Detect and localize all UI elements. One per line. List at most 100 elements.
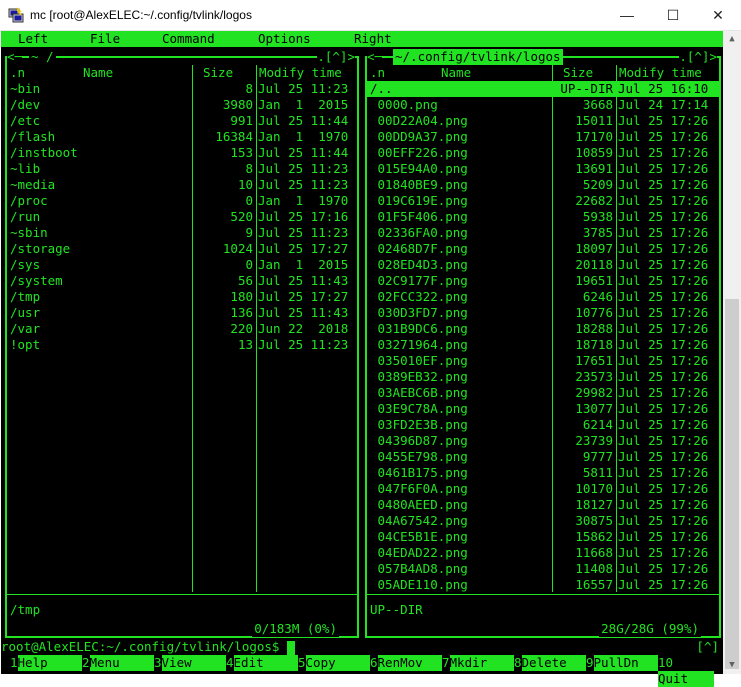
command-line[interactable]: root@AlexELEC:~/.config/tvlink/logos$ [^… bbox=[1, 639, 723, 655]
file-size: 9 bbox=[245, 225, 253, 240]
left-panel-history[interactable]: <─ bbox=[7, 49, 23, 65]
window-titlebar: mc [root@AlexELEC:~/.config/tvlink/logos… bbox=[0, 0, 741, 31]
right-sort-indicator[interactable]: .n bbox=[370, 65, 385, 81]
file-mtime: Jul 25 17:26 bbox=[618, 577, 709, 592]
file-row[interactable]: ~sbin 9 Jul 25 11:23 bbox=[7, 225, 357, 241]
left-sort-indicator[interactable]: .n bbox=[10, 65, 25, 81]
fkey-delete[interactable]: 8Delete bbox=[514, 655, 586, 671]
file-row[interactable]: /proc 0 Jan 1 1970 bbox=[7, 193, 357, 209]
file-row[interactable]: 04396D87.png 23739 Jul 25 17:26 bbox=[367, 433, 719, 449]
file-row[interactable]: 057B4AD8.png 11408 Jul 25 17:26 bbox=[367, 561, 719, 577]
right-col-name[interactable]: Name bbox=[441, 65, 471, 81]
file-row[interactable]: 04CE5B1E.png 15862 Jul 25 17:26 bbox=[367, 529, 719, 545]
menu-right[interactable]: Right bbox=[354, 31, 392, 47]
file-name: /storage bbox=[10, 241, 71, 256]
file-row[interactable]: 01840BE9.png 5209 Jul 25 17:26 bbox=[367, 177, 719, 193]
vertical-scrollbar[interactable]: ▲ ▼ bbox=[723, 31, 741, 674]
right-panel-history[interactable]: <─ bbox=[367, 49, 383, 65]
file-row[interactable]: /flash 16384 Jan 1 1970 bbox=[7, 129, 357, 145]
left-col-size[interactable]: Size bbox=[203, 65, 233, 81]
file-row[interactable]: 030D3FD7.png 10776 Jul 25 17:26 bbox=[367, 305, 719, 321]
file-row[interactable]: 00D22A04.png 15011 Jul 25 17:26 bbox=[367, 113, 719, 129]
fkey-mkdir[interactable]: 7Mkdir bbox=[442, 655, 514, 671]
file-row[interactable]: 02336FA0.png 3785 Jul 25 17:26 bbox=[367, 225, 719, 241]
menu-command[interactable]: Command bbox=[162, 31, 215, 47]
file-row[interactable]: /var 220 Jun 22 2018 bbox=[7, 321, 357, 337]
file-name: ~media bbox=[10, 177, 56, 192]
menu-options[interactable]: Options bbox=[258, 31, 311, 47]
fkey-copy[interactable]: 5Copy bbox=[298, 655, 370, 671]
right-panel[interactable]: <─ ~/.config/tvlink/logos .[^]> .n Name … bbox=[365, 49, 721, 638]
file-row[interactable]: 00DD9A37.png 17170 Jul 25 17:26 bbox=[367, 129, 719, 145]
file-row[interactable]: /storage 1024 Jul 25 17:27 bbox=[7, 241, 357, 257]
right-col-size[interactable]: Size bbox=[563, 65, 593, 81]
right-col-mtime[interactable]: Modify time bbox=[619, 65, 702, 81]
scrollbar-thumb[interactable] bbox=[725, 299, 739, 669]
file-row[interactable]: 04A67542.png 30875 Jul 25 17:26 bbox=[367, 513, 719, 529]
file-name: 04396D87.png bbox=[370, 433, 468, 448]
file-row[interactable]: 02FCC322.png 6246 Jul 25 17:26 bbox=[367, 289, 719, 305]
file-row[interactable]: 0000.png 3668 Jul 24 17:14 bbox=[367, 97, 719, 113]
fkey-renmov[interactable]: 6RenMov bbox=[370, 655, 442, 671]
file-row[interactable]: ~bin 8 Jul 25 11:23 bbox=[7, 81, 357, 97]
file-mtime: Jan 1 1970 bbox=[258, 193, 349, 208]
file-row[interactable]: 05ADE110.png 16557 Jul 25 17:26 bbox=[367, 577, 719, 593]
left-col-mtime[interactable]: Modify time bbox=[259, 65, 342, 81]
file-size: 9777 bbox=[582, 449, 613, 464]
fkey-menu[interactable]: 2Menu bbox=[82, 655, 154, 671]
file-row[interactable]: /instboot 153 Jul 25 11:44 bbox=[7, 145, 357, 161]
file-row[interactable]: 019C619E.png 22682 Jul 25 17:26 bbox=[367, 193, 719, 209]
file-row[interactable]: /.. UP--DIR Jul 25 16:10 bbox=[367, 81, 719, 97]
file-row[interactable]: 00EFF226.png 10859 Jul 25 17:26 bbox=[367, 145, 719, 161]
command-history-marker[interactable]: [^] bbox=[696, 639, 719, 655]
file-row[interactable]: /tmp 180 Jul 25 17:27 bbox=[7, 289, 357, 305]
file-row[interactable]: 0480AEED.png 18127 Jul 25 17:26 bbox=[367, 497, 719, 513]
fkey-help[interactable]: 1Help bbox=[10, 655, 82, 671]
file-row[interactable]: 015E94A0.png 13691 Jul 25 17:26 bbox=[367, 161, 719, 177]
file-row[interactable]: 01F5F406.png 5938 Jul 25 17:26 bbox=[367, 209, 719, 225]
file-row[interactable]: /sys 0 Jan 1 2015 bbox=[7, 257, 357, 273]
file-row[interactable]: 03271964.png 18718 Jul 25 17:26 bbox=[367, 337, 719, 353]
file-mtime: Jul 25 17:26 bbox=[618, 513, 709, 528]
file-row[interactable]: 035010EF.png 17651 Jul 25 17:26 bbox=[367, 353, 719, 369]
menu-file[interactable]: File bbox=[90, 31, 120, 47]
file-row[interactable]: 047F6F0A.png 10170 Jul 25 17:26 bbox=[367, 481, 719, 497]
file-row[interactable]: 03AEBC6B.png 29982 Jul 25 17:26 bbox=[367, 385, 719, 401]
minimize-button[interactable]: — bbox=[604, 0, 650, 30]
file-row[interactable]: 03E9C78A.png 13077 Jul 25 17:26 bbox=[367, 401, 719, 417]
file-row[interactable]: 031B9DC6.png 18288 Jul 25 17:26 bbox=[367, 321, 719, 337]
right-panel-controls[interactable]: .[^]> bbox=[679, 49, 717, 65]
file-row[interactable]: ~media 10 Jul 25 11:23 bbox=[7, 177, 357, 193]
left-col-name[interactable]: Name bbox=[83, 65, 113, 81]
file-row[interactable]: 0455E798.png 9777 Jul 25 17:26 bbox=[367, 449, 719, 465]
close-button[interactable]: ✕ bbox=[695, 0, 741, 30]
fkey-number: 2 bbox=[82, 655, 90, 670]
menu-left[interactable]: Left bbox=[18, 31, 48, 47]
file-row[interactable]: /etc 991 Jul 25 11:44 bbox=[7, 113, 357, 129]
scroll-up-arrow-icon[interactable]: ▲ bbox=[723, 31, 741, 48]
file-row[interactable]: /system 56 Jul 25 11:43 bbox=[7, 273, 357, 289]
left-panel-controls[interactable]: .[^]> bbox=[317, 49, 355, 65]
terminal[interactable]: Left File Command Options Right <─ ~ / .… bbox=[1, 31, 723, 687]
file-mtime: Jul 25 17:26 bbox=[618, 225, 709, 240]
file-row[interactable]: 0461B175.png 5811 Jul 25 17:26 bbox=[367, 465, 719, 481]
file-row[interactable]: 02468D7F.png 18097 Jul 25 17:26 bbox=[367, 241, 719, 257]
file-row[interactable]: 02C9177F.png 19651 Jul 25 17:26 bbox=[367, 273, 719, 289]
file-row[interactable]: 03FD2E3B.png 6214 Jul 25 17:26 bbox=[367, 417, 719, 433]
file-row[interactable]: /dev 3980 Jan 1 2015 bbox=[7, 97, 357, 113]
file-row[interactable]: 0389EB32.png 23573 Jul 25 17:26 bbox=[367, 369, 719, 385]
maximize-button[interactable]: ☐ bbox=[650, 0, 696, 30]
fkey-number: 8 bbox=[514, 655, 522, 670]
fkey-view[interactable]: 3View bbox=[154, 655, 226, 671]
file-row[interactable]: 028ED4D3.png 20118 Jul 25 17:26 bbox=[367, 257, 719, 273]
file-row[interactable]: 04EDAD22.png 11668 Jul 25 17:26 bbox=[367, 545, 719, 561]
file-row[interactable]: !opt 13 Jul 25 11:23 bbox=[7, 337, 357, 353]
fkey-quit[interactable]: 10Quit bbox=[658, 655, 723, 687]
scroll-down-arrow-icon[interactable]: ▼ bbox=[723, 657, 741, 674]
file-row[interactable]: /run 520 Jul 25 17:16 bbox=[7, 209, 357, 225]
file-row[interactable]: ~lib 8 Jul 25 11:23 bbox=[7, 161, 357, 177]
fkey-pulldn[interactable]: 9PullDn bbox=[586, 655, 658, 671]
left-panel[interactable]: <─ ~ / .[^]> .n Name Size Modify time ~b… bbox=[5, 49, 359, 638]
fkey-edit[interactable]: 4Edit bbox=[226, 655, 298, 671]
file-row[interactable]: /usr 136 Jul 25 11:43 bbox=[7, 305, 357, 321]
